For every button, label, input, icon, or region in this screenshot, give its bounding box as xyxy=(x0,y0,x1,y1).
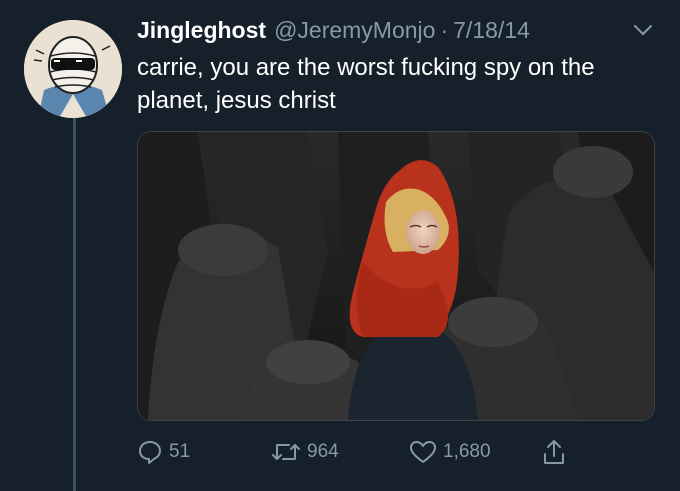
masked-character-icon xyxy=(24,20,122,118)
share-icon xyxy=(544,440,564,464)
reply-button[interactable]: 51 xyxy=(137,434,190,470)
like-count: 1,680 xyxy=(443,441,491,462)
retweet-icon xyxy=(272,444,300,460)
like-icon xyxy=(410,441,436,463)
user-handle[interactable]: @JeremyMonjo xyxy=(274,17,435,44)
tweet-media-image[interactable] xyxy=(137,131,655,421)
tweet-actions: 51 964 1,680 xyxy=(137,434,657,470)
thread-line xyxy=(73,118,76,491)
retweet-button[interactable]: 964 xyxy=(271,434,339,470)
tweet-header: Jingleghost @JeremyMonjo · 7/18/14 xyxy=(137,12,657,48)
reply-count: 51 xyxy=(169,441,191,462)
tweet-text: carrie, you are the worst fucking spy on… xyxy=(137,54,595,114)
retweet-count: 964 xyxy=(307,441,339,462)
reply-icon xyxy=(139,441,161,464)
separator-dot: · xyxy=(440,16,449,43)
display-name[interactable]: Jingleghost xyxy=(137,17,266,44)
tweet-date[interactable]: 7/18/14 xyxy=(453,17,530,44)
like-button[interactable]: 1,680 xyxy=(409,434,491,470)
share-button[interactable] xyxy=(542,434,566,470)
avatar[interactable] xyxy=(24,20,122,118)
chevron-down-icon[interactable] xyxy=(632,22,654,38)
headscarf-scene-image xyxy=(138,132,654,420)
